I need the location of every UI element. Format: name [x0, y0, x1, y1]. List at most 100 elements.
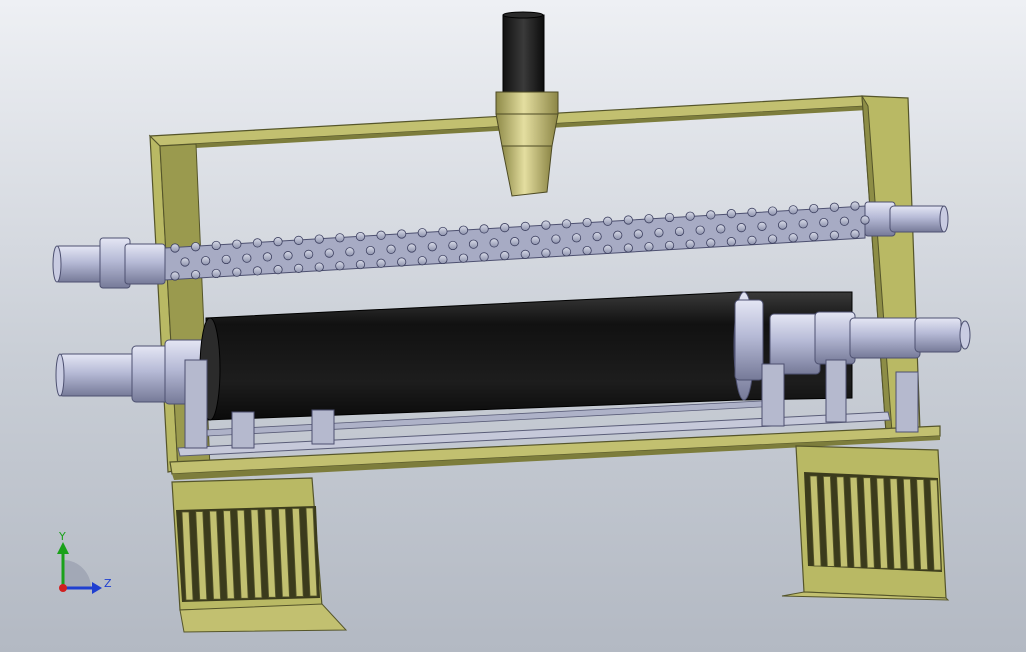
roller-stud	[438, 226, 448, 237]
roller-stud	[582, 245, 592, 256]
roller-stud	[788, 233, 798, 243]
triad-x-dot	[59, 584, 67, 592]
roller-stud	[324, 248, 334, 258]
roller-stud	[767, 206, 778, 216]
right-stand[interactable]	[781, 445, 950, 601]
roller-stud	[232, 267, 242, 277]
spiked-roller-left-shaft[interactable]	[52, 237, 166, 289]
roller-stud	[458, 225, 469, 235]
roller-stud	[242, 253, 252, 263]
roller-stud	[273, 237, 283, 247]
roller-stud	[468, 239, 479, 249]
orientation-triad: Y Z	[57, 530, 112, 594]
triad-z-arrow	[92, 582, 102, 594]
roller-stud	[747, 207, 757, 217]
roller-stud	[191, 242, 201, 252]
roller-stud	[633, 229, 643, 239]
roller-stud	[252, 266, 263, 276]
roller-stud	[860, 215, 870, 225]
roller-stud	[839, 216, 849, 226]
roller-stud	[345, 247, 355, 257]
roller-stud	[448, 240, 458, 251]
roller-stud	[365, 245, 376, 256]
roller-stud	[221, 254, 231, 265]
roller-stud	[850, 201, 860, 211]
roller-stud	[427, 242, 437, 252]
roller-stud	[788, 205, 798, 215]
roller-stud	[417, 256, 427, 266]
nozzle[interactable]	[495, 11, 559, 197]
roller-stud	[757, 221, 767, 231]
roller-stud	[736, 223, 746, 233]
roller-stud	[541, 220, 551, 230]
roller-stud	[304, 249, 314, 259]
roller-stud	[294, 263, 304, 273]
left-stand[interactable]	[171, 477, 348, 633]
roller-stud	[530, 235, 540, 245]
roller-stud	[232, 239, 242, 249]
roller-stud	[479, 224, 489, 234]
cad-viewport[interactable]: Y Z	[0, 0, 1026, 652]
roller-stud	[809, 203, 819, 214]
roller-stud	[674, 226, 685, 237]
roller-stud	[211, 240, 221, 251]
roller-stud	[777, 220, 788, 230]
roller-stud	[520, 221, 530, 231]
roller-stud	[335, 261, 345, 271]
roller-stud	[510, 237, 520, 247]
rubber-roller-left-shaft[interactable]	[55, 339, 208, 405]
roller-stud	[438, 254, 448, 265]
roller-stud	[603, 244, 613, 254]
roller-stud	[706, 238, 716, 248]
roller-stud	[376, 230, 386, 240]
roller-stud	[850, 229, 860, 239]
roller-stud	[407, 243, 417, 253]
roller-stud	[623, 243, 633, 253]
roller-stud	[283, 251, 293, 261]
roller-stud	[458, 253, 469, 263]
roller-stud	[355, 259, 366, 270]
roller-stud	[561, 247, 572, 257]
triad-z-label: Z	[104, 577, 112, 590]
roller-stud	[551, 234, 561, 244]
roller-stud	[376, 258, 386, 268]
roller-stud	[592, 231, 602, 242]
roller-stud	[726, 237, 736, 247]
triad-y-arrow	[57, 542, 69, 554]
roller-stud	[798, 219, 808, 229]
roller-stud	[500, 223, 510, 233]
roller-stud	[201, 256, 211, 266]
roller-stud	[273, 265, 283, 275]
roller-stud	[685, 239, 695, 249]
roller-stud	[262, 252, 273, 262]
roller-stud	[314, 262, 324, 272]
roller-stud	[191, 270, 201, 280]
roller-stud	[623, 215, 633, 225]
roller-stud	[397, 257, 407, 267]
roller-stud	[541, 248, 551, 258]
roller-stud	[479, 252, 489, 262]
spiked-roller-right-shaft[interactable]	[864, 201, 949, 237]
roller-stud	[211, 268, 221, 279]
roller-stud	[613, 230, 623, 240]
roller-stud	[829, 202, 839, 212]
roller-stud	[664, 212, 675, 223]
roller-stud	[654, 228, 664, 238]
roller-stud	[582, 217, 592, 228]
roller-stud	[695, 225, 705, 235]
roller-stud	[520, 249, 530, 259]
roller-stud	[603, 216, 613, 226]
roller-stud	[664, 240, 675, 251]
roller-stud	[386, 244, 396, 254]
roller-stud	[335, 233, 345, 243]
roller-stud	[314, 234, 324, 244]
roller-stud	[829, 230, 839, 240]
roller-stud	[252, 238, 263, 248]
roller-stud	[685, 211, 695, 221]
roller-stud	[819, 217, 829, 228]
roller-stud	[767, 234, 778, 244]
roller-stud	[561, 219, 572, 229]
roller-stud	[644, 214, 654, 224]
roller-stud	[500, 251, 510, 261]
roller-stud	[571, 233, 582, 243]
